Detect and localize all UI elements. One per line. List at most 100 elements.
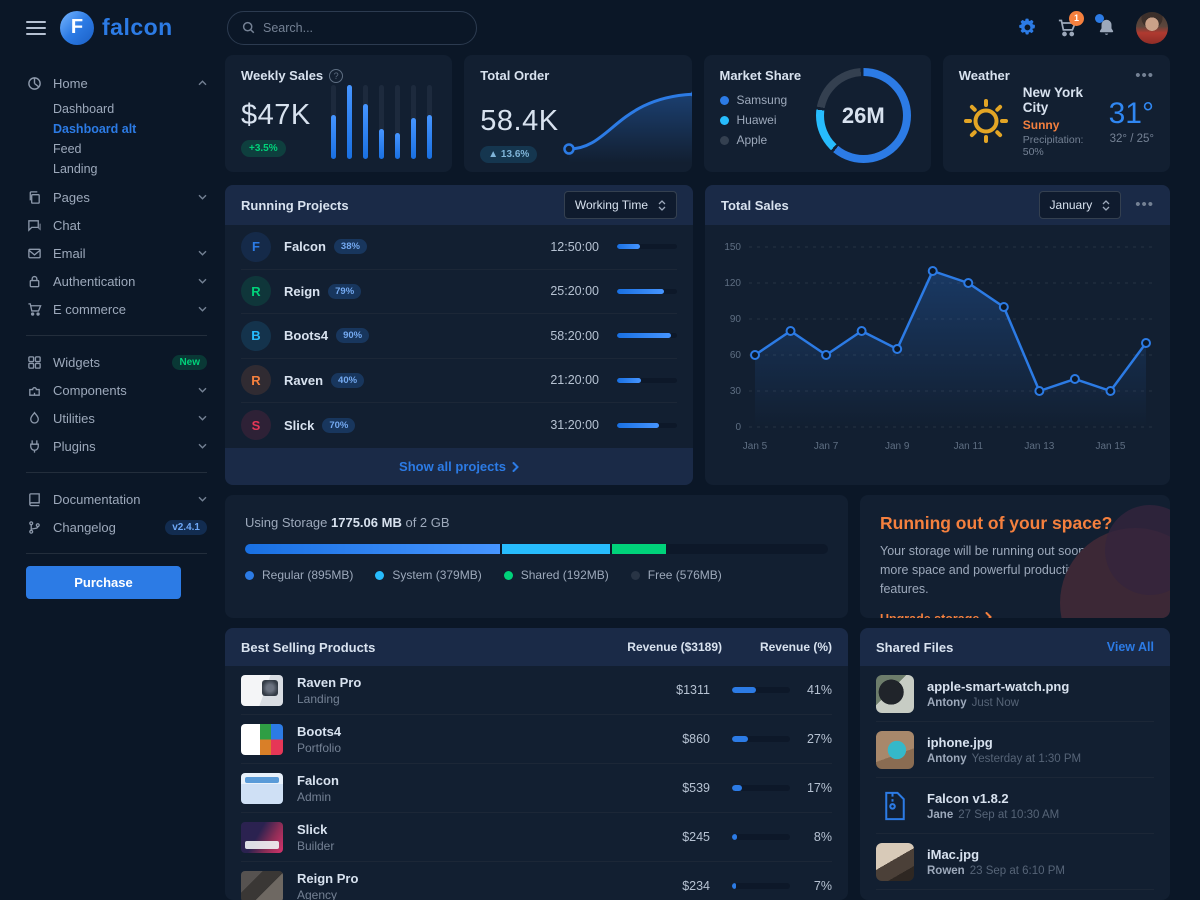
file-name[interactable]: iphone.jpg: [927, 735, 1081, 750]
revenue-percent-column-header: Revenue (%): [722, 640, 832, 654]
file-time: 27 Sep at 10:30 AM: [958, 809, 1059, 821]
project-row-falcon[interactable]: FFalcon38%12:50:00: [241, 225, 677, 270]
bell-icon[interactable]: [1097, 18, 1116, 37]
weekly-sales-badge: +3.5%: [241, 140, 286, 157]
sidebar-item-dashboard[interactable]: Dashboard: [53, 99, 207, 119]
product-name[interactable]: Falcon: [297, 773, 640, 788]
purchase-button[interactable]: Purchase: [26, 566, 181, 599]
file-time: 23 Sep at 6:10 PM: [970, 865, 1065, 877]
product-revenue: $245: [640, 830, 710, 844]
sidebar-item-e-commerce[interactable]: E commerce: [26, 295, 207, 323]
project-percent-badge: 40%: [331, 373, 364, 388]
sidebar-item-feed[interactable]: Feed: [53, 139, 207, 159]
storage-total-value: of 2 GB: [405, 515, 449, 530]
product-names: SlickBuilder: [297, 822, 640, 853]
file-row-apple-smart-watch-png[interactable]: apple-smart-watch.png Antony Just Now: [876, 666, 1154, 722]
project-name: Raven: [284, 373, 323, 388]
project-percent-badge: 70%: [322, 418, 355, 433]
weather-city: New York City: [1023, 85, 1099, 115]
project-row-slick[interactable]: SSlick70%31:20:00: [241, 403, 677, 448]
project-percent-badge: 38%: [334, 239, 367, 254]
sidebar-item-components[interactable]: Components: [26, 376, 207, 404]
ellipsis-h-icon[interactable]: •••: [1135, 71, 1154, 81]
legend-dot: [720, 96, 729, 105]
month-select[interactable]: January: [1039, 191, 1122, 219]
sidebar-item-widgets[interactable]: WidgetsNew: [26, 348, 207, 376]
product-progress-bar: [732, 736, 790, 742]
sidebar-item-utilities[interactable]: Utilities: [26, 404, 207, 432]
product-revenue: $234: [640, 879, 710, 893]
file-row-iphone-jpg[interactable]: iphone.jpgAntonyYesterday at 1:30 PM: [876, 722, 1154, 778]
chevron-down-icon: [198, 250, 207, 256]
running-projects-rows: FFalcon38%12:50:00RReign79%25:20:00BBoot…: [225, 225, 693, 448]
lock-icon: [26, 273, 42, 289]
project-time: 25:20:00: [529, 284, 599, 298]
weather-card: Weather ••• New York City Sunny Precipit…: [943, 55, 1170, 172]
search-input[interactable]: [263, 21, 443, 35]
question-circle-icon[interactable]: ?: [329, 69, 343, 83]
sidebar-item-chat[interactable]: Chat: [26, 211, 207, 239]
total-order-line-chart: [559, 83, 692, 165]
cart-icon[interactable]: 1: [1057, 18, 1077, 38]
hamburger-icon[interactable]: [26, 17, 46, 39]
envelope-icon: [26, 245, 42, 261]
file-info: Falcon v1.8.2Jane27 Sep at 10:30 AM: [927, 791, 1059, 821]
bar: [347, 85, 352, 159]
product-name[interactable]: Boots4: [297, 724, 640, 739]
total-order-badge: ▲ 13.6%: [480, 146, 537, 163]
project-name: Slick: [284, 418, 314, 433]
svg-text:Jan 11: Jan 11: [954, 441, 984, 452]
sidebar-item-changelog[interactable]: Changelogv2.4.1: [26, 513, 207, 541]
plug-icon: [26, 438, 42, 454]
project-row-raven[interactable]: RRaven40%21:20:00: [241, 359, 677, 404]
file-name[interactable]: iMac.jpg: [927, 847, 1065, 862]
ellipsis-h-icon[interactable]: •••: [1135, 200, 1154, 210]
project-time: 31:20:00: [529, 418, 599, 432]
bar: [363, 85, 368, 159]
view-all-link[interactable]: View All: [1107, 640, 1154, 654]
sidebar-item-plugins[interactable]: Plugins: [26, 432, 207, 460]
sidebar-item-landing[interactable]: Landing: [53, 159, 207, 179]
file-user: Antony: [927, 697, 967, 709]
file-name[interactable]: Falcon v1.8.2: [927, 791, 1059, 806]
project-time: 21:20:00: [529, 373, 599, 387]
sidebar-item-email[interactable]: Email: [26, 239, 207, 267]
project-time: 58:20:00: [529, 329, 599, 343]
svg-text:Jan 13: Jan 13: [1024, 441, 1054, 452]
svg-text:Jan 5: Jan 5: [743, 441, 768, 452]
search-box[interactable]: [227, 11, 477, 45]
project-row-boots4[interactable]: BBoots490%58:20:00: [241, 314, 677, 359]
upgrade-storage-link[interactable]: Upgrade storage: [880, 612, 992, 618]
select-arrows-icon: [658, 200, 666, 211]
product-name[interactable]: Reign Pro: [297, 871, 640, 886]
user-avatar[interactable]: [1136, 12, 1168, 44]
file-time: Just Now: [972, 697, 1019, 709]
falcon-logo[interactable]: F falcon: [60, 11, 173, 45]
legend-label: Regular (895MB): [262, 568, 353, 582]
product-thumbnail: [241, 822, 283, 853]
total-order-title: Total Order: [480, 68, 549, 83]
market-share-card: Market Share SamsungHuaweiApple 26M: [704, 55, 931, 172]
sidebar-divider: [26, 553, 207, 554]
show-all-projects-link[interactable]: Show all projects: [225, 448, 693, 485]
sidebar-item-pages[interactable]: Pages: [26, 183, 207, 211]
file-row-imac-jpg[interactable]: iMac.jpg Rowen 23 Sep at 6:10 PM: [876, 834, 1154, 890]
file-thumbnail: [876, 675, 914, 713]
project-row-reign[interactable]: RReign79%25:20:00: [241, 270, 677, 315]
file-user: Rowen: [927, 865, 965, 877]
product-name[interactable]: Raven Pro: [297, 675, 640, 690]
gear-icon[interactable]: [1018, 18, 1037, 37]
product-name[interactable]: Slick: [297, 822, 640, 837]
storage-legend-item: Regular (895MB): [245, 568, 353, 582]
product-names: FalconAdmin: [297, 773, 640, 804]
sidebar-item-home[interactable]: Home: [26, 69, 207, 97]
working-time-select[interactable]: Working Time: [564, 191, 677, 219]
revenue-column-header: Revenue ($3189): [532, 640, 722, 654]
sidebar-item-dashboard-alt[interactable]: Dashboard alt: [53, 119, 207, 139]
sidebar-item-documentation[interactable]: Documentation: [26, 485, 207, 513]
sidebar-item-label: Widgets: [53, 355, 164, 370]
sidebar-item-authentication[interactable]: Authentication: [26, 267, 207, 295]
file-row-falcon-v1-8-2[interactable]: Falcon v1.8.2Jane27 Sep at 10:30 AM: [876, 778, 1154, 834]
svg-text:Jan 9: Jan 9: [885, 441, 910, 452]
file-name[interactable]: apple-smart-watch.png: [927, 679, 1069, 694]
